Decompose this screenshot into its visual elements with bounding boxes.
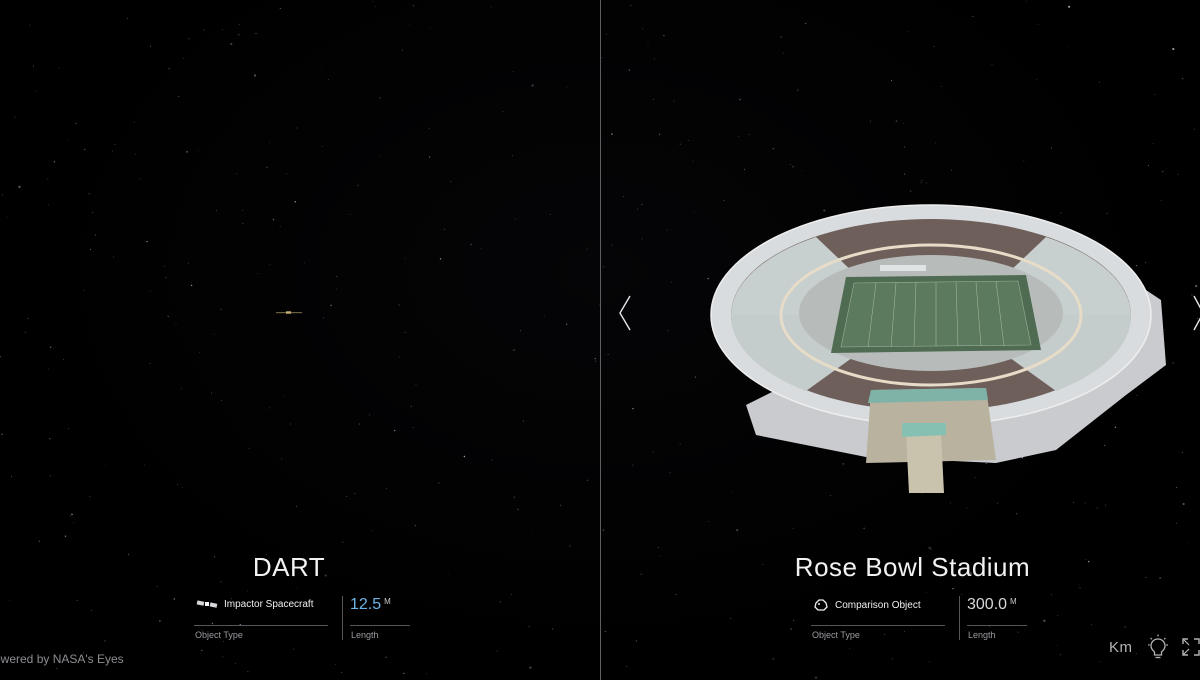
dart-spacecraft-model[interactable] [276, 311, 302, 314]
length-label: Length [351, 630, 379, 640]
length-field: 12.5 M Length [350, 594, 410, 644]
comparison-object-icon [814, 599, 828, 611]
length-field: 300.0 M Length [967, 594, 1027, 644]
length-value: 300.0 [967, 596, 1008, 613]
object-type-label: Object Type [812, 630, 860, 640]
object-type-value: Comparison Object [835, 599, 921, 611]
object-type-label: Object Type [195, 630, 243, 640]
expand-icon[interactable] [1182, 638, 1200, 656]
right-comparison-panel: Rose Bowl Stadium Comparison Object Obje… [601, 0, 1200, 680]
chevron-left-icon[interactable] [617, 293, 633, 333]
left-comparison-panel: DART Impactor Spacecraft Object Type 12.… [0, 0, 600, 680]
length-value: 12.5 [350, 596, 382, 613]
comparison-viewer: DART Impactor Spacecraft Object Type 12.… [0, 0, 1200, 680]
object-type-field: Comparison Object Object Type [811, 594, 945, 644]
spacecraft-icon [196, 600, 218, 608]
powered-by-link[interactable]: owered by NASA's Eyes [0, 652, 124, 666]
length-unit: M [384, 597, 391, 606]
length-unit: M [1010, 597, 1017, 606]
object-type-field: Impactor Spacecraft Object Type [194, 594, 328, 644]
object-title: Rose Bowl Stadium [794, 552, 1031, 582]
object-type-value: Impactor Spacecraft [224, 598, 314, 610]
lightbulb-icon[interactable] [1147, 634, 1169, 660]
length-label: Length [968, 630, 996, 640]
rose-bowl-stadium-model[interactable] [696, 195, 1186, 495]
object-title: DART [252, 552, 326, 582]
unit-toggle-button[interactable]: Km [1109, 639, 1133, 656]
chevron-right-icon[interactable] [1193, 293, 1200, 333]
